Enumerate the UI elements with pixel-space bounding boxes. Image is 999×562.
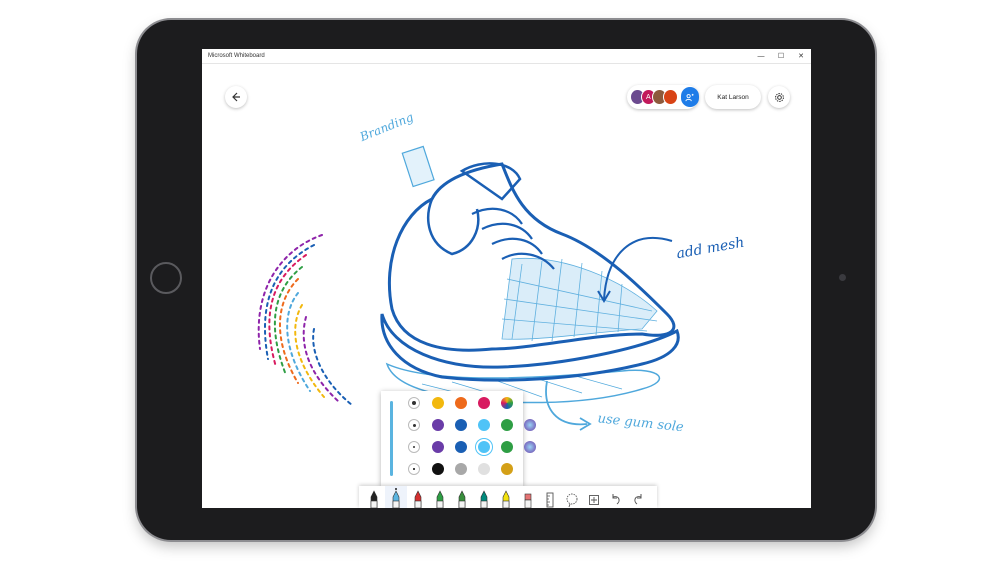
color-swatch[interactable] <box>501 419 513 431</box>
pen-icon <box>392 490 400 508</box>
app-window: Microsoft Whiteboard — ☐ ✕ Branding add … <box>202 49 811 508</box>
thickness-option[interactable] <box>408 441 420 453</box>
pen-icon <box>414 490 422 508</box>
pen-icon <box>436 490 444 508</box>
shoe-tongue <box>459 162 522 201</box>
tool-highlighter-yellow[interactable] <box>495 486 517 508</box>
tool-pen-red[interactable] <box>407 486 429 508</box>
color-swatch[interactable] <box>478 441 490 453</box>
color-swatch[interactable] <box>501 441 513 453</box>
branding-tag <box>401 145 435 188</box>
selected-indicator <box>395 488 397 490</box>
color-swatch[interactable] <box>524 419 536 431</box>
tool-pen-green[interactable] <box>429 486 451 508</box>
user-account-button[interactable]: Kat Larson <box>705 85 761 109</box>
home-button[interactable] <box>150 262 182 294</box>
tool-eraser[interactable] <box>517 486 539 508</box>
invite-button[interactable] <box>680 87 699 107</box>
color-swatch[interactable] <box>455 463 467 475</box>
thickness-option[interactable] <box>408 463 420 475</box>
pen-icon <box>480 490 488 508</box>
undo-icon <box>612 494 620 505</box>
color-swatch[interactable] <box>432 441 444 453</box>
pen-icon <box>502 490 510 508</box>
shoe-collar <box>427 198 480 256</box>
color-swatch[interactable] <box>432 463 444 475</box>
color-swatch[interactable] <box>432 397 444 409</box>
pen-color-panel <box>381 391 536 486</box>
speed-lines <box>257 234 353 406</box>
collaborator-avatar[interactable] <box>662 89 678 105</box>
lasso-icon <box>566 493 578 508</box>
pen-preview <box>390 401 393 476</box>
tool-add[interactable] <box>583 486 605 508</box>
back-button[interactable] <box>225 86 247 108</box>
ink-toolbar <box>359 486 657 508</box>
color-swatch[interactable] <box>501 463 513 475</box>
invite-icon <box>685 93 694 101</box>
color-swatch[interactable] <box>478 419 490 431</box>
tool-pen-blue[interactable] <box>385 486 407 508</box>
color-swatch[interactable] <box>478 397 490 409</box>
annotation-gum-sole: use gum sole <box>597 411 685 435</box>
tool-undo[interactable] <box>605 486 627 508</box>
annotation-add-mesh: add mesh <box>675 235 745 263</box>
color-swatch[interactable] <box>501 397 513 409</box>
tool-lasso[interactable] <box>561 486 583 508</box>
color-swatch[interactable] <box>455 397 467 409</box>
tool-pen-green-2[interactable] <box>451 486 473 508</box>
eraser-icon <box>524 493 532 508</box>
color-swatch[interactable] <box>478 463 490 475</box>
add-icon <box>589 495 599 505</box>
color-swatch[interactable] <box>455 419 467 431</box>
pen-icon <box>458 490 466 508</box>
back-arrow-icon <box>232 92 240 102</box>
thickness-option[interactable] <box>408 419 420 431</box>
tool-pen-black[interactable] <box>363 486 385 508</box>
redo-icon <box>634 494 642 505</box>
ruler-icon <box>546 492 554 508</box>
pen-icon <box>370 490 378 508</box>
front-camera <box>839 274 846 281</box>
tool-ruler[interactable] <box>539 486 561 508</box>
collaborators-group[interactable]: A <box>627 85 699 109</box>
annotation-branding: Branding <box>357 110 416 145</box>
color-swatch[interactable] <box>432 419 444 431</box>
tool-pen-teal[interactable] <box>473 486 495 508</box>
settings-button[interactable] <box>768 86 790 108</box>
color-swatch[interactable] <box>524 441 536 453</box>
shoe-mesh <box>501 257 658 342</box>
color-swatch[interactable] <box>455 441 467 453</box>
gear-icon <box>774 92 784 102</box>
thickness-option[interactable] <box>408 397 420 409</box>
tool-redo[interactable] <box>627 486 649 508</box>
